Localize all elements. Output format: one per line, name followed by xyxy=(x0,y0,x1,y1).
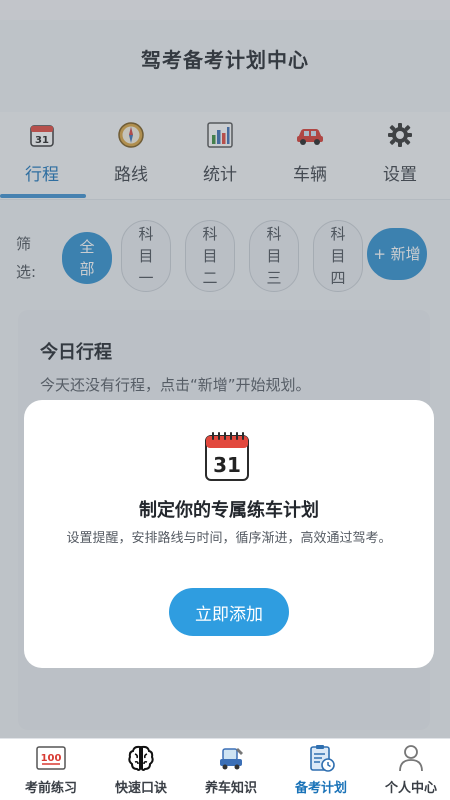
nav-item-car-care[interactable]: 养车知识 xyxy=(186,739,276,800)
nav-label: 养车知识 xyxy=(204,781,257,796)
modal-description: 设置提醒，安排路线与时间，循序渐进，高效通过驾考。 xyxy=(66,531,392,546)
plan-modal: 31 制定你的专属练车计划 设置提醒，安排路线与时间，循序渐进，高效通过驾考。 … xyxy=(24,400,434,668)
nav-item-study-plan[interactable]: 备考计划 xyxy=(276,739,366,800)
person-icon xyxy=(398,743,424,773)
nav-label: 考前练习 xyxy=(24,781,77,796)
add-now-button[interactable]: 立即添加 xyxy=(169,588,289,636)
modal-title: 制定你的专属练车计划 xyxy=(139,500,319,521)
brain-icon xyxy=(126,743,156,773)
svg-text:31: 31 xyxy=(213,453,241,477)
nav-item-practice[interactable]: 100 考前练习 xyxy=(6,739,96,800)
nav-item-profile[interactable]: 个人中心 xyxy=(366,739,450,800)
nav-label: 快速口诀 xyxy=(114,781,167,796)
bottom-nav-bar: 100 考前练习 快速口诀 养车知识 备考计划 个人中心 xyxy=(0,738,450,800)
nav-item-mnemonics[interactable]: 快速口诀 xyxy=(96,739,186,800)
nav-label: 备考计划 xyxy=(294,781,347,796)
app-root: 驾考备考计划中心 31 行程 路线 统计 车辆 设置 筛选: 全部 科目一 科目… xyxy=(0,0,450,800)
nav-label: 个人中心 xyxy=(384,781,437,796)
clipboard-clock-icon xyxy=(306,743,336,773)
calendar-icon: 31 xyxy=(203,430,251,486)
svg-text:100: 100 xyxy=(41,753,62,764)
score-100-icon: 100 xyxy=(36,743,66,773)
car-repair-icon xyxy=(216,743,246,773)
